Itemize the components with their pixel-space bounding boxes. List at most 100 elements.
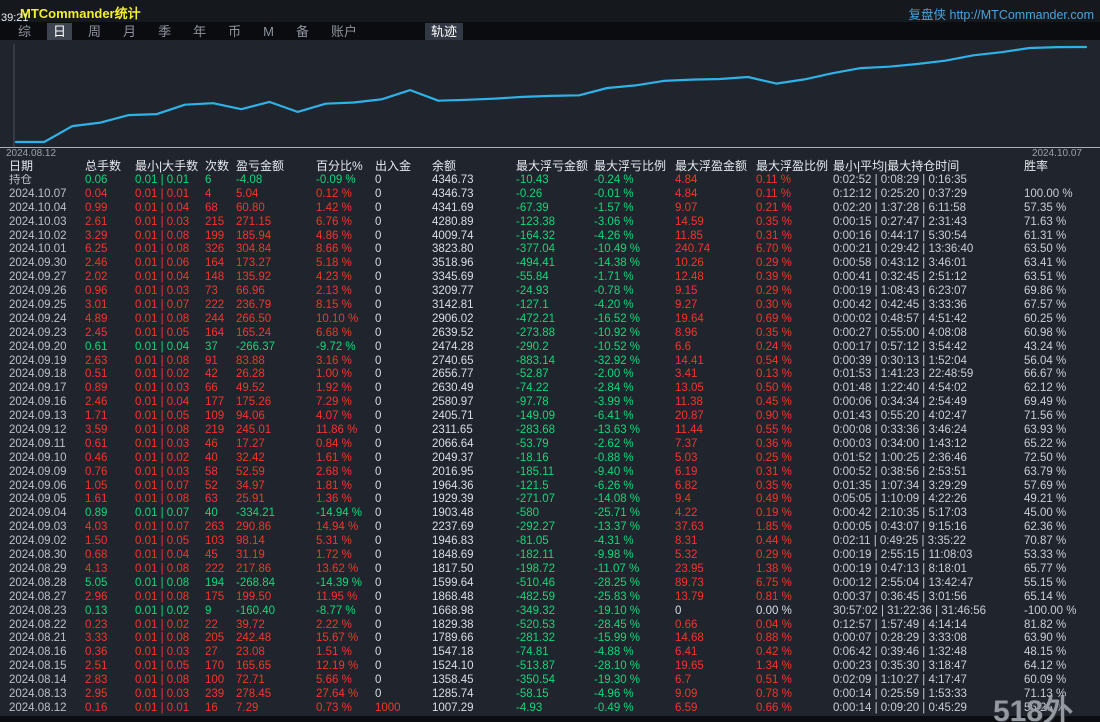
table-row[interactable]: 2024.09.20 0.61 0.01 | 0.04 37 -266.37 -9.72 … [0,341,1091,355]
table-row[interactable]: 2024.10.02 3.29 0.01 | 0.08 199 185.94 4.86 %… [0,230,1091,244]
table-row[interactable]: 2024.10.07 0.04 0.01 | 0.01 4 5.04 0.12 % 0 434… [0,188,1091,202]
cell-maxddpct: -4.20 % [594,299,634,312]
cell-inout: 0 [375,215,382,228]
cell-maxfupct: 0.31 % [756,229,792,242]
cell-lots: 0.61 [85,437,108,450]
table-row[interactable]: 2024.09.04 0.89 0.01 | 0.07 40 -334.21 -14.94… [0,507,1091,521]
cell-maxfupct: 0.04 % [756,618,792,631]
table-row[interactable]: 2024.09.16 2.46 0.01 | 0.04 177 175.26 7.29 %… [0,396,1091,410]
table-row[interactable]: 2024.08.29 4.13 0.01 | 0.08 222 217.86 13.62 … [0,563,1091,577]
cell-maxdd: -271.07 [516,493,556,506]
cell-inout: 0 [375,451,382,464]
menu-bar-items: 综日周月季年币 M 备账户 [12,22,373,40]
cell-maxddpct: -28.25 % [594,576,641,589]
cell-balance: 4346.73 [432,174,474,186]
cell-times: 0:00:06 | 0:34:34 | 2:54:49 [833,396,967,409]
cell-balance: 2049.37 [432,451,474,464]
table-row[interactable]: 2024.09.25 3.01 0.01 | 0.07 222 236.79 8.15 %… [0,299,1091,313]
menu-tab-7[interactable]: M [257,23,280,40]
table-row[interactable]: 2024.09.10 0.46 0.01 | 0.02 40 32.42 1.61 % 0 2… [0,452,1091,466]
table-row[interactable]: 2024.10.04 0.99 0.01 | 0.04 68 60.80 1.42 % 0 4… [0,202,1091,216]
cell-maxfupct: 0.51 % [756,674,792,687]
title-bar: MTCommander统计 复盘侠 http://MTCommander.com [0,0,1100,22]
cell-balance: 2630.49 [432,382,474,395]
cell-balance: 2580.97 [432,396,474,409]
cell-maxfu: 19.64 [675,312,704,325]
cell-maxddpct: -15.99 % [594,632,641,645]
table-row[interactable]: 2024.09.26 0.96 0.01 | 0.03 73 66.96 2.13 % 0 3… [0,285,1091,299]
table-row[interactable]: 2024.09.30 2.46 0.01 | 0.06 164 173.27 5.18 %… [0,257,1091,271]
menu-tab-5[interactable]: 年 [187,23,212,40]
menu-tab-0[interactable]: 综 [12,23,37,40]
menu-tab-2[interactable]: 周 [82,23,107,40]
table-row[interactable]: 2024.08.12 0.16 0.01 | 0.01 16 7.29 0.73 % 100… [0,702,1091,716]
table-row[interactable]: 2024.09.09 0.76 0.01 | 0.03 58 52.59 2.68 % 0 2… [0,466,1091,480]
table-row[interactable]: 2024.08.16 0.36 0.01 | 0.03 27 23.08 1.51 % 0 1… [0,646,1091,660]
table-row[interactable]: 2024.09.03 4.03 0.01 | 0.07 263 290.86 14.94 … [0,521,1091,535]
cell-inout: 0 [375,660,382,673]
cell-count: 222 [205,562,225,575]
cell-date: 2024.08.16 [9,646,67,659]
table-row[interactable]: 2024.08.22 0.23 0.01 | 0.02 22 39.72 2.22 % 0 1… [0,619,1091,633]
cell-pct: -8.77 % [316,604,356,617]
table-row[interactable]: 2024.08.23 0.13 0.01 | 0.02 9 -160.40 -8.77 %… [0,605,1091,619]
menu-tab-1[interactable]: 日 [47,22,73,40]
cell-times: 0:00:02 | 0:48:57 | 4:51:42 [833,312,967,325]
cell-maxfupct: 0.35 % [756,479,792,492]
table-row[interactable]: 2024.09.23 2.45 0.01 | 0.05 164 165.24 6.68 %… [0,327,1091,341]
table-row[interactable]: 2024.09.19 2.63 0.01 | 0.08 91 83.88 3.16 % 0 2… [0,355,1091,369]
cell-winrate: 49.21 % [1024,493,1067,506]
menu-tab-trajectory[interactable]: 轨迹 [424,22,463,40]
table-row[interactable]: 2024.09.05 1.61 0.01 | 0.08 63 25.91 1.36 % 0 1… [0,493,1091,507]
table-row[interactable]: 2024.09.06 1.05 0.01 | 0.07 52 34.97 1.81 % 0 1… [0,480,1091,494]
cell-minmax: 0.01 | 0.08 [135,312,190,325]
cell-winrate: 57.35 % [1024,201,1067,214]
table-row[interactable]: 2024.09.13 1.71 0.01 | 0.05 109 94.06 4.07 % 0… [0,410,1091,424]
cell-lots: 2.83 [85,674,108,687]
cell-inout: 0 [375,549,382,562]
cell-maxddpct: -2.62 % [594,437,634,450]
cell-balance: 2405.71 [432,410,474,423]
table-row[interactable]: 2024.09.11 0.61 0.01 | 0.03 46 17.27 0.84 % 0 2… [0,438,1091,452]
cell-pct: -14.94 % [316,507,363,520]
table-row[interactable]: 2024.09.17 0.89 0.01 | 0.03 66 49.52 1.92 % 0 2… [0,382,1091,396]
menu-tab-9[interactable]: 账户 [325,23,363,40]
table-row[interactable]: 2024.09.18 0.51 0.01 | 0.02 42 26.28 1.00 % 0 2… [0,368,1091,382]
cell-minmax: 0.01 | 0.02 [135,604,190,617]
cell-date: 2024.09.03 [9,521,67,534]
table-row[interactable]: 2024.08.21 3.33 0.01 | 0.08 205 242.48 15.67 … [0,632,1091,646]
cell-winrate: 69.86 % [1024,285,1067,298]
cell-maxfupct: 0.19 % [756,507,792,520]
menu-tab-3[interactable]: 月 [117,23,142,40]
menu-tab-8[interactable]: 备 [290,23,315,40]
cell-profit: 66.96 [236,285,265,298]
table-row[interactable]: 2024.08.14 2.83 0.01 | 0.08 100 72.71 5.66 % 0… [0,674,1091,688]
cell-maxdd: -292.27 [516,521,556,534]
menu-tab-4[interactable]: 季 [152,23,177,40]
cell-maxfu: 9.09 [675,687,698,700]
cell-winrate: 55.15 % [1024,576,1067,589]
table-row[interactable]: 2024.09.02 1.50 0.01 | 0.05 103 98.14 5.31 % 0… [0,535,1091,549]
table-row[interactable]: 2024.08.13 2.95 0.01 | 0.03 239 278.45 27.64 … [0,688,1091,702]
cell-times: 0:01:52 | 1:00:25 | 2:36:46 [833,451,967,464]
site-link[interactable]: 复盘侠 http://MTCommander.com [909,4,1094,23]
cell-count: 219 [205,424,225,437]
menu-tab-6[interactable]: 币 [222,23,247,40]
table-row[interactable]: 2024.08.28 5.05 0.01 | 0.08 194 -268.84 -14.3… [0,577,1091,591]
table-row[interactable]: 2024.08.15 2.51 0.01 | 0.05 170 165.65 12.19 … [0,660,1091,674]
table-row[interactable]: 2024.08.27 2.96 0.01 | 0.08 175 199.50 11.95 … [0,591,1091,605]
cell-profit: 278.45 [236,687,272,700]
cell-maxfu: 8.96 [675,326,698,339]
table-row[interactable]: 2024.10.01 6.25 0.01 | 0.08 326 304.84 8.66 %… [0,243,1091,257]
cell-minmax: 0.01 | 0.07 [135,299,190,312]
cell-inout: 0 [375,340,382,353]
table-row[interactable]: 2024.10.03 2.61 0.01 | 0.03 215 271.15 6.76 %… [0,216,1091,230]
table-row[interactable]: 2024.09.12 3.59 0.01 | 0.08 219 245.01 11.86 … [0,424,1091,438]
cell-inout: 0 [375,493,382,506]
table-row[interactable]: 2024.09.27 2.02 0.01 | 0.04 148 135.92 4.23 %… [0,271,1091,285]
table-row[interactable]: 2024.08.30 0.68 0.01 | 0.04 45 31.19 1.72 % 0 1… [0,549,1091,563]
cell-winrate: 65.22 % [1024,437,1067,450]
table-row[interactable]: 持仓 0.06 0.01 | 0.01 6 -4.08 -0.09 % 0 4346.73 -1… [0,174,1091,188]
table-row[interactable]: 2024.09.24 4.89 0.01 | 0.08 244 266.50 10.10 … [0,313,1091,327]
cell-profit: -160.40 [236,604,276,617]
